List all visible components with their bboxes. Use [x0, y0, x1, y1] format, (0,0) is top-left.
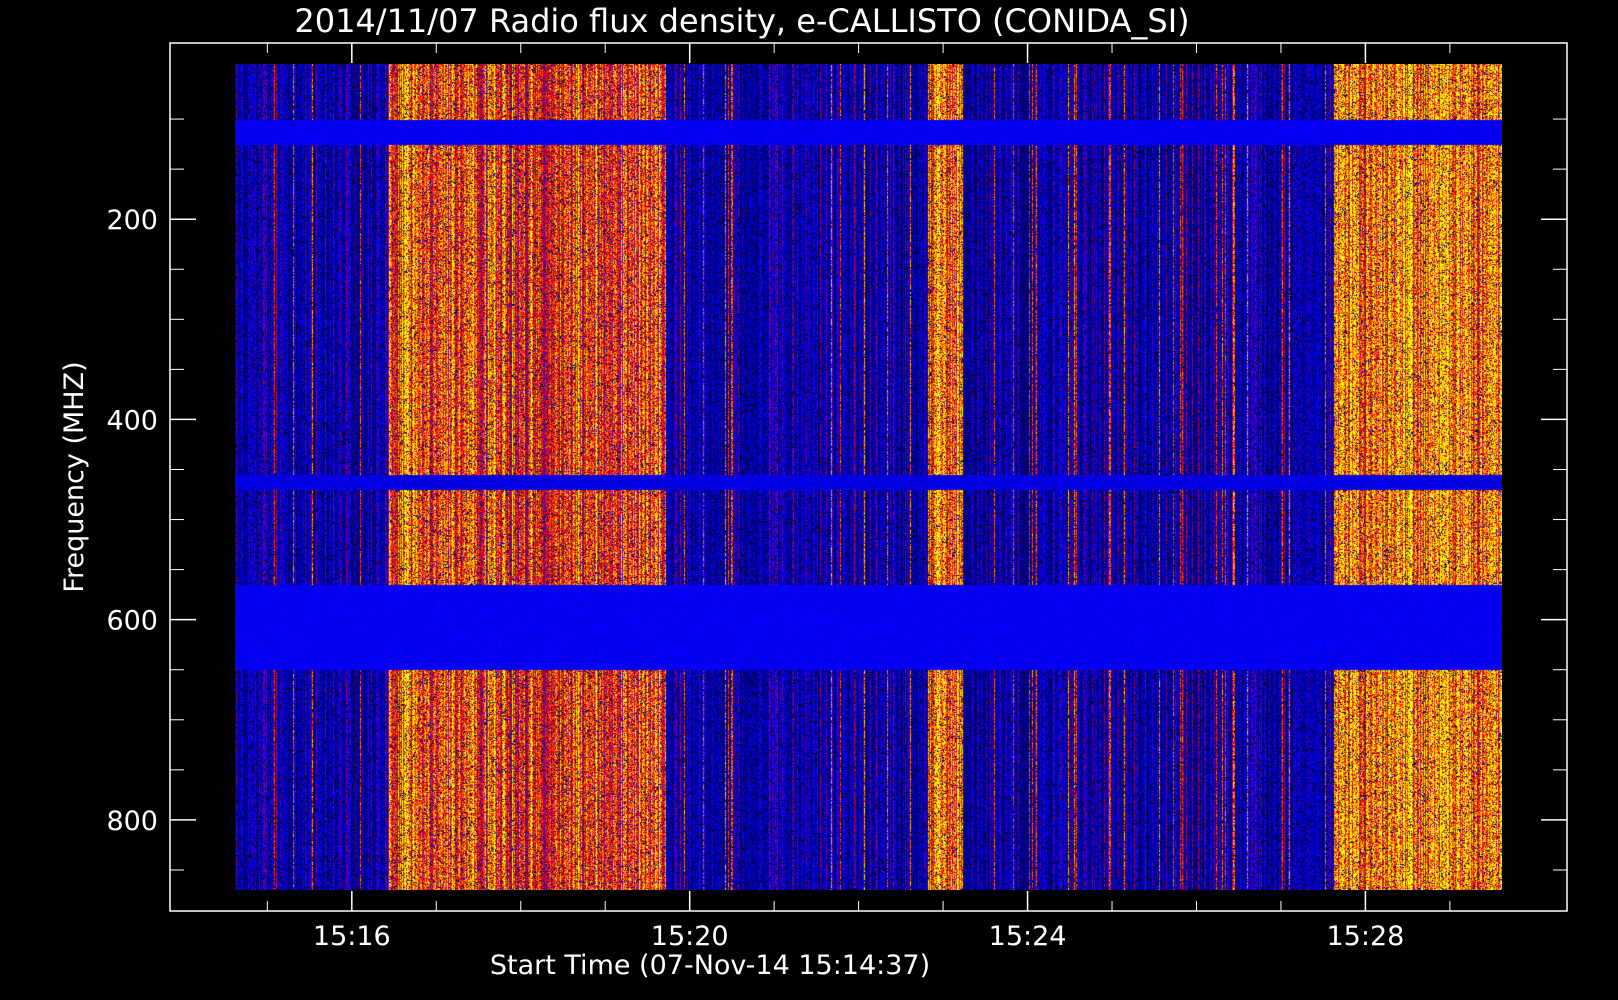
chart-title: 2014/11/07 Radio flux density, e-CALLIST…: [294, 2, 1189, 40]
spectrogram-raster: [235, 64, 1502, 890]
x-tick-label: 15:28: [1327, 921, 1405, 952]
y-axis-label: Frequency (MHZ): [59, 361, 90, 592]
y-tick-label: 200: [106, 205, 158, 236]
x-tick-label: 15:24: [989, 921, 1067, 952]
x-tick-label: 15:20: [651, 921, 729, 952]
y-tick-label: 800: [106, 806, 158, 837]
y-tick-label: 400: [106, 405, 158, 436]
spectrogram-figure: 2014/11/07 Radio flux density, e-CALLIST…: [0, 0, 1618, 1000]
y-tick-label: 600: [106, 606, 158, 637]
x-axis-label: Start Time (07-Nov-14 15:14:37): [490, 950, 930, 981]
spectrogram-heatmap: [235, 64, 1502, 890]
x-tick-label: 15:16: [313, 921, 391, 952]
spectrogram-canvas: [235, 64, 1502, 890]
